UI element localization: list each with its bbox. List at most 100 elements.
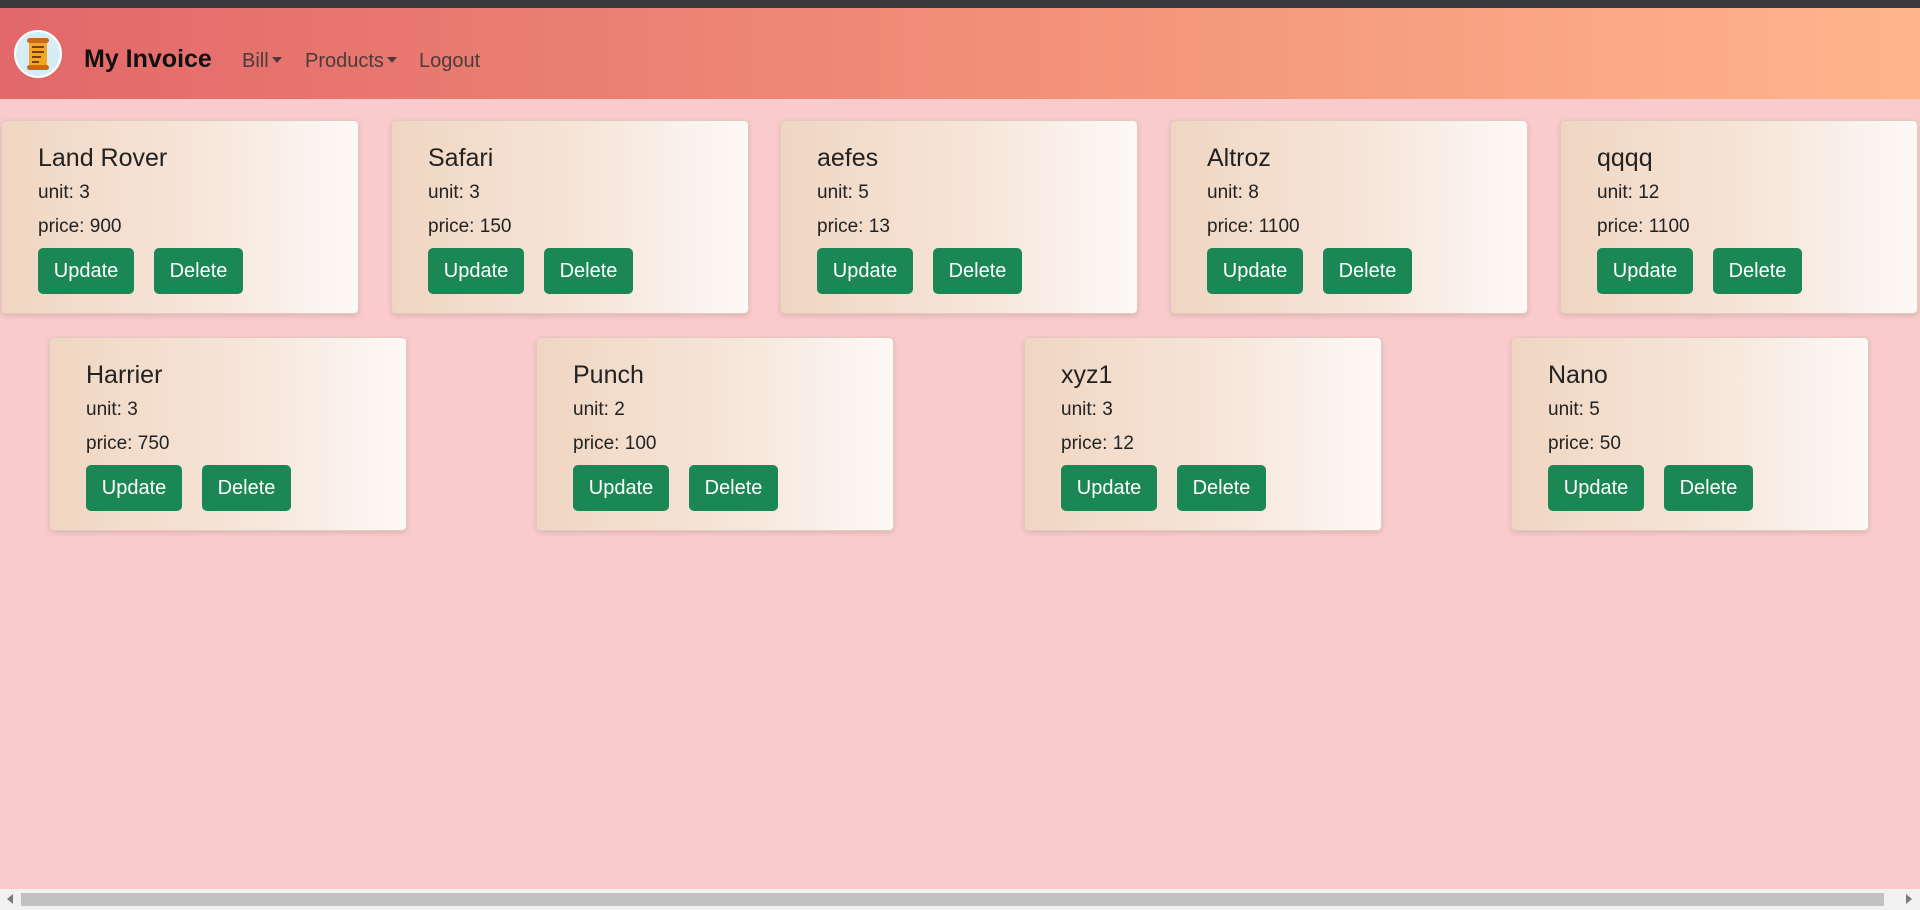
delete-button[interactable]: Delete <box>689 465 778 511</box>
price-value: 750 <box>137 433 170 454</box>
price-value: 50 <box>1599 433 1621 454</box>
chevron-down-icon <box>271 57 282 64</box>
unit-value: 8 <box>1248 182 1259 203</box>
product-unit: unit: 12 <box>1597 182 1659 204</box>
product-price: price: 1100 <box>1207 216 1300 238</box>
price-label: price: <box>1548 433 1600 454</box>
invoice-scroll-icon[interactable] <box>14 30 62 78</box>
delete-button[interactable]: Delete <box>154 248 243 294</box>
unit-value: 3 <box>127 399 138 420</box>
product-card: aefes unit: 5 price: 13 Update Delete <box>780 120 1138 314</box>
product-name: aefes <box>817 144 879 172</box>
nav-bill-label: Bill <box>242 50 269 72</box>
unit-label: unit: <box>573 399 615 420</box>
delete-button[interactable]: Delete <box>1664 465 1753 511</box>
product-price: price: 900 <box>38 216 121 238</box>
horizontal-scrollbar[interactable] <box>0 889 1920 910</box>
update-button[interactable]: Update <box>817 248 913 294</box>
nav-products-dropdown[interactable]: Products <box>305 49 397 73</box>
price-label: price: <box>573 433 625 454</box>
product-name: Land Rover <box>38 144 168 172</box>
price-value: 1100 <box>1258 216 1300 237</box>
update-button[interactable]: Update <box>1597 248 1693 294</box>
product-card: Altroz unit: 8 price: 1100 Update Delete <box>1170 120 1528 314</box>
delete-button[interactable]: Delete <box>1713 248 1802 294</box>
unit-value: 12 <box>1638 182 1660 203</box>
update-button[interactable]: Update <box>86 465 182 511</box>
product-card: Nano unit: 5 price: 50 Update Delete <box>1511 337 1869 531</box>
product-card: xyz1 unit: 3 price: 12 Update Delete <box>1024 337 1382 531</box>
unit-value: 3 <box>1102 399 1113 420</box>
scrollbar-thumb[interactable] <box>21 893 1884 906</box>
product-price: price: 1100 <box>1597 216 1690 238</box>
price-label: price: <box>428 216 480 237</box>
unit-value: 5 <box>1589 399 1600 420</box>
product-card: Punch unit: 2 price: 100 Update Delete <box>536 337 894 531</box>
update-button[interactable]: Update <box>573 465 669 511</box>
price-value: 13 <box>868 216 890 237</box>
product-name: Harrier <box>86 361 163 389</box>
price-value: 12 <box>1112 433 1134 454</box>
unit-label: unit: <box>1597 182 1639 203</box>
product-name: Nano <box>1548 361 1608 389</box>
delete-button[interactable]: Delete <box>933 248 1022 294</box>
delete-button[interactable]: Delete <box>544 248 633 294</box>
product-name: Punch <box>573 361 644 389</box>
product-unit: unit: 2 <box>573 399 625 421</box>
price-label: price: <box>817 216 869 237</box>
price-label: price: <box>1061 433 1113 454</box>
product-unit: unit: 5 <box>817 182 869 204</box>
nav-logout-link[interactable]: Logout <box>419 49 480 73</box>
unit-label: unit: <box>1207 182 1249 203</box>
product-unit: unit: 3 <box>38 182 90 204</box>
product-unit: unit: 3 <box>428 182 480 204</box>
unit-value: 2 <box>614 399 625 420</box>
product-card: Safari unit: 3 price: 150 Update Delete <box>391 120 749 314</box>
product-price: price: 50 <box>1548 433 1621 455</box>
unit-label: unit: <box>1061 399 1103 420</box>
update-button[interactable]: Update <box>1207 248 1303 294</box>
price-value: 900 <box>89 216 122 237</box>
product-price: price: 13 <box>817 216 890 238</box>
product-price: price: 150 <box>428 216 511 238</box>
delete-button[interactable]: Delete <box>202 465 291 511</box>
price-label: price: <box>1207 216 1259 237</box>
price-value: 100 <box>624 433 657 454</box>
price-label: price: <box>38 216 90 237</box>
product-card: Harrier unit: 3 price: 750 Update Delete <box>49 337 407 531</box>
scroll-left-arrow-icon[interactable] <box>7 894 13 904</box>
nav-bill-dropdown[interactable]: Bill <box>242 49 282 73</box>
price-value: 1100 <box>1648 216 1690 237</box>
unit-label: unit: <box>86 399 128 420</box>
unit-value: 5 <box>858 182 869 203</box>
product-unit: unit: 8 <box>1207 182 1259 204</box>
product-price: price: 750 <box>86 433 169 455</box>
unit-value: 3 <box>79 182 90 203</box>
navbar: My Invoice Bill Products Logout <box>0 8 1920 99</box>
update-button[interactable]: Update <box>38 248 134 294</box>
price-label: price: <box>86 433 138 454</box>
product-price: price: 100 <box>573 433 656 455</box>
unit-label: unit: <box>1548 399 1590 420</box>
price-label: price: <box>1597 216 1649 237</box>
product-unit: unit: 5 <box>1548 399 1600 421</box>
scroll-right-arrow-icon[interactable] <box>1906 894 1912 904</box>
chevron-down-icon <box>386 57 397 64</box>
product-card: Land Rover unit: 3 price: 900 Update Del… <box>1 120 359 314</box>
product-unit: unit: 3 <box>86 399 138 421</box>
unit-label: unit: <box>817 182 859 203</box>
product-name: Altroz <box>1207 144 1271 172</box>
update-button[interactable]: Update <box>1061 465 1157 511</box>
browser-top-strip <box>0 0 1920 8</box>
price-value: 150 <box>479 216 512 237</box>
brand-title[interactable]: My Invoice <box>84 45 212 73</box>
product-name: qqqq <box>1597 144 1653 172</box>
product-unit: unit: 3 <box>1061 399 1113 421</box>
delete-button[interactable]: Delete <box>1177 465 1266 511</box>
product-name: xyz1 <box>1061 361 1113 389</box>
update-button[interactable]: Update <box>1548 465 1644 511</box>
product-name: Safari <box>428 144 494 172</box>
delete-button[interactable]: Delete <box>1323 248 1412 294</box>
update-button[interactable]: Update <box>428 248 524 294</box>
product-price: price: 12 <box>1061 433 1134 455</box>
